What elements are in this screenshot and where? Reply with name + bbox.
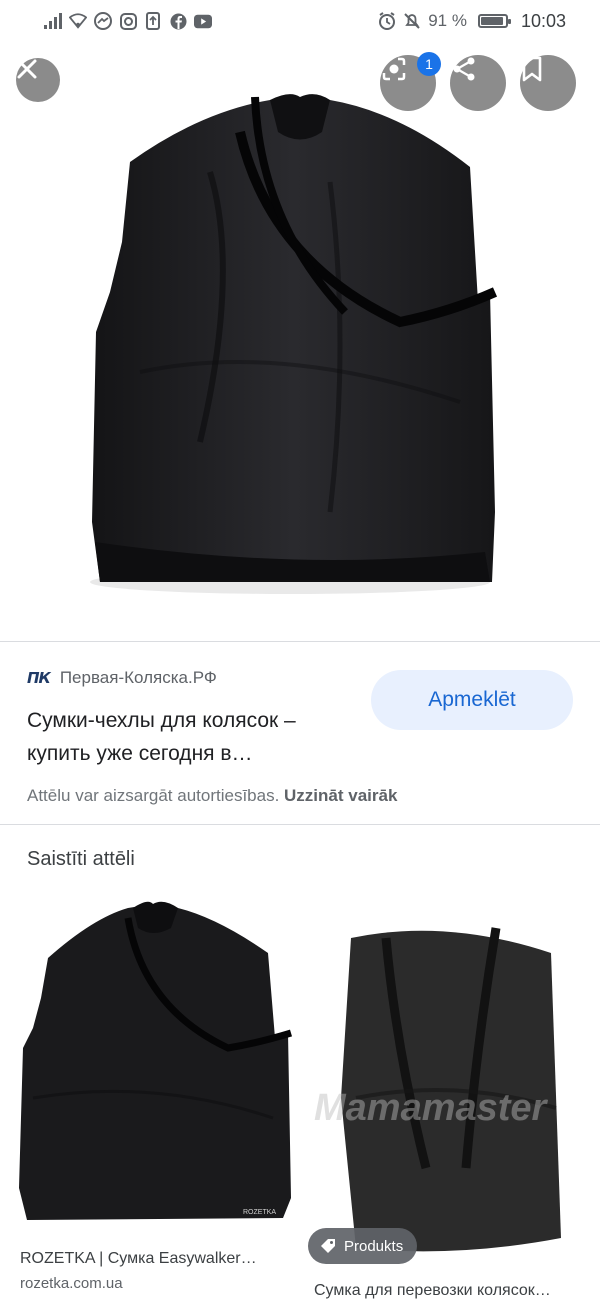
rozetka-watermark: ROZETKA bbox=[243, 1209, 276, 1216]
clock: 10:03 bbox=[520, 10, 566, 31]
related-image-item[interactable]: ROZETKA ROZETKA | Сумка Easywalker… roze… bbox=[13, 898, 294, 1298]
share-icon bbox=[453, 57, 475, 81]
site-name: Первая-Коляска.РФ bbox=[59, 668, 217, 687]
result-title[interactable]: Сумки-чехлы для колясок – купить уже сег… bbox=[27, 704, 357, 770]
related-images-heading: Saistīti attēli bbox=[27, 848, 135, 870]
bag-thumbnail: ROZETKA bbox=[19, 901, 293, 1220]
close-icon bbox=[17, 59, 37, 79]
site-logo: ПК bbox=[27, 669, 51, 687]
related-image-thumbnail[interactable]: ROZETKA bbox=[13, 898, 294, 1240]
upload-icon bbox=[144, 12, 162, 30]
status-bar: 91 % 10:03 bbox=[0, 0, 600, 42]
tag-icon bbox=[321, 1239, 335, 1253]
related-image-caption: ROZETKA | Сумка Easywalker… bbox=[20, 1250, 257, 1267]
battery-icon bbox=[477, 14, 511, 28]
signal-icon bbox=[44, 12, 62, 30]
related-image-thumbnail[interactable]: Mamamaster bbox=[306, 898, 588, 1272]
messenger-icon bbox=[94, 12, 112, 30]
image-viewer: 1 bbox=[0, 42, 600, 640]
learn-more-link[interactable]: Uzzināt vairāk bbox=[284, 786, 397, 805]
battery-percent: 91 % bbox=[428, 11, 467, 30]
related-image-caption: Сумка для перевозки колясок… bbox=[314, 1282, 551, 1299]
copyright-notice: Attēlu var aizsargāt autortiesības. Uzzi… bbox=[27, 786, 397, 806]
facebook-icon bbox=[169, 12, 187, 30]
instagram-icon bbox=[119, 12, 137, 30]
related-image-item[interactable]: Mamamaster Produkts Сумка для перевозки … bbox=[306, 898, 588, 1299]
copyright-text: Attēlu var aizsargāt autortiesības. bbox=[27, 786, 280, 805]
close-button[interactable] bbox=[16, 58, 60, 102]
product-chip[interactable]: Produkts bbox=[308, 1228, 418, 1264]
save-button[interactable] bbox=[520, 55, 576, 111]
divider bbox=[0, 824, 600, 825]
visit-button[interactable]: Apmeklēt bbox=[371, 670, 573, 730]
divider bbox=[0, 641, 600, 642]
share-button[interactable] bbox=[450, 55, 506, 111]
lens-icon bbox=[382, 57, 406, 81]
source-info[interactable]: ПК Первая-Коляска.РФ bbox=[27, 668, 217, 688]
mute-icon bbox=[403, 12, 421, 30]
lens-badge: 1 bbox=[417, 52, 441, 76]
youtube-icon bbox=[194, 12, 212, 30]
bag-thumbnail: Mamamaster bbox=[314, 927, 561, 1252]
battery-level-fill bbox=[480, 17, 503, 25]
alarm-icon bbox=[378, 12, 396, 30]
product-chip-label: Produkts bbox=[344, 1237, 404, 1255]
wifi-icon bbox=[69, 12, 87, 30]
related-image-domain: rozetka.com.ua bbox=[20, 1275, 123, 1292]
bag-image bbox=[90, 94, 498, 594]
mamamaster-watermark: Mamamaster bbox=[314, 1087, 549, 1129]
bookmark-icon bbox=[522, 56, 542, 82]
